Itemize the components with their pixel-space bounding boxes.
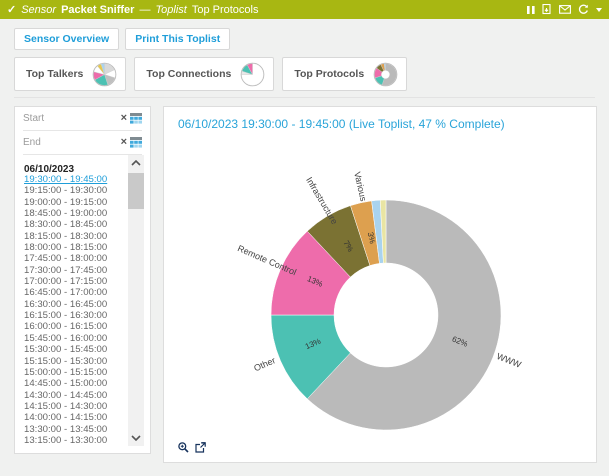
start-input[interactable] (23, 113, 118, 124)
interval-link[interactable]: 18:30:00 - 18:45:00 (24, 219, 122, 230)
donut-chart-icon (373, 62, 398, 87)
interval-link[interactable]: 14:45:00 - 15:00:00 (24, 378, 122, 389)
sensor-label: Sensor (21, 4, 56, 16)
scroll-up-button[interactable] (128, 155, 144, 171)
prtg-toplist-page: ✓ Sensor Packet Sniffer — Toplist Top Pr… (0, 0, 609, 476)
pie-chart-icon (240, 62, 265, 87)
titlebar: ✓ Sensor Packet Sniffer — Toplist Top Pr… (0, 0, 609, 19)
toplist-label: Toplist (155, 4, 186, 16)
print-this-toplist-button[interactable]: Print This Toplist (125, 28, 230, 50)
external-link-icon[interactable] (195, 442, 206, 453)
report-icon[interactable] (542, 4, 552, 15)
calendar-icon[interactable] (130, 113, 142, 124)
pie-chart-icon (92, 62, 117, 87)
interval-link[interactable]: 15:30:00 - 15:45:00 (24, 344, 122, 355)
clear-start-icon[interactable]: × (121, 113, 127, 124)
chevron-down-icon (131, 435, 141, 441)
pause-icon[interactable] (527, 5, 535, 15)
interval-link[interactable]: 15:45:00 - 16:00:00 (24, 333, 122, 344)
interval-link[interactable]: 13:30:00 - 13:45:00 (24, 424, 122, 435)
interval-link[interactable]: 19:30:00 - 19:45:00 (24, 174, 122, 185)
interval-link[interactable]: 18:15:00 - 18:30:00 (24, 231, 122, 242)
chevron-up-icon (131, 160, 141, 166)
toplist-tabs: Top Talkers Top Connections Top Protocol… (14, 57, 407, 91)
check-icon: ✓ (7, 3, 16, 16)
interval-list: 19:30:00 - 19:45:0019:15:00 - 19:30:0019… (24, 174, 122, 446)
interval-link[interactable]: 14:15:00 - 14:30:00 (24, 401, 122, 412)
interval-link[interactable]: 17:00:00 - 17:15:00 (24, 276, 122, 287)
interval-link[interactable]: 15:00:00 - 15:15:00 (24, 367, 122, 378)
interval-link[interactable]: 19:00:00 - 19:15:00 (24, 197, 122, 208)
breadcrumb-separator: — (139, 4, 150, 16)
interval-link[interactable]: 19:15:00 - 19:30:00 (24, 185, 122, 196)
zoom-icon[interactable] (178, 442, 189, 453)
toolbar: Sensor Overview Print This Toplist (14, 28, 230, 50)
start-input-row: × (23, 107, 142, 131)
interval-link[interactable]: 16:30:00 - 16:45:00 (24, 299, 122, 310)
breadcrumb-sensor-name[interactable]: Packet Sniffer (61, 4, 134, 16)
scrollbar[interactable] (128, 155, 144, 446)
interval-link[interactable]: 18:00:00 - 18:15:00 (24, 242, 122, 253)
scroll-down-button[interactable] (128, 430, 144, 446)
interval-link[interactable]: 17:30:00 - 17:45:00 (24, 265, 122, 276)
interval-link[interactable]: 17:45:00 - 18:00:00 (24, 253, 122, 264)
tab-top-connections[interactable]: Top Connections (134, 57, 274, 91)
tab-top-protocols[interactable]: Top Protocols (282, 57, 407, 91)
sensor-overview-button[interactable]: Sensor Overview (14, 28, 119, 50)
chart-actions (178, 442, 206, 453)
titlebar-actions (527, 4, 602, 15)
interval-link[interactable]: 13:15:00 - 13:30:00 (24, 435, 122, 446)
toplist-title: 06/10/2023 19:30:00 - 19:45:00 (Live Top… (178, 117, 505, 131)
end-input-row: × (23, 131, 142, 155)
protocols-donut-chart: WWW62%Other13%Remote Control13%Infrastru… (164, 135, 596, 457)
slice-label: Various (352, 171, 368, 203)
slice-label: WWW (495, 351, 523, 370)
interval-link[interactable]: 14:00:00 - 14:15:00 (24, 412, 122, 423)
slice-label: Infrastructure (304, 175, 340, 226)
refresh-icon[interactable] (578, 4, 589, 15)
interval-link[interactable]: 18:45:00 - 19:00:00 (24, 208, 122, 219)
scrollbar-thumb[interactable] (128, 173, 144, 209)
end-input[interactable] (23, 137, 118, 148)
calendar-icon[interactable] (130, 137, 142, 148)
toplist-chart-panel: 06/10/2023 19:30:00 - 19:45:00 (Live Top… (163, 106, 597, 463)
caret-down-icon[interactable] (596, 8, 602, 12)
interval-link[interactable]: 16:15:00 - 16:30:00 (24, 310, 122, 321)
interval-link[interactable]: 16:45:00 - 17:00:00 (24, 287, 122, 298)
interval-sidebar: × × 06/10/2023 19:30:00 - 19:45:0019:15:… (14, 106, 151, 454)
interval-link[interactable]: 16:00:00 - 16:15:00 (24, 321, 122, 332)
interval-link[interactable]: 15:15:00 - 15:30:00 (24, 356, 122, 367)
slice-label: Other (252, 355, 277, 373)
tab-top-talkers[interactable]: Top Talkers (14, 57, 126, 91)
clear-end-icon[interactable]: × (121, 137, 127, 148)
page-title: Top Protocols (192, 4, 259, 16)
section-divider (14, 97, 595, 98)
interval-link[interactable]: 14:30:00 - 14:45:00 (24, 390, 122, 401)
email-icon[interactable] (559, 5, 571, 14)
